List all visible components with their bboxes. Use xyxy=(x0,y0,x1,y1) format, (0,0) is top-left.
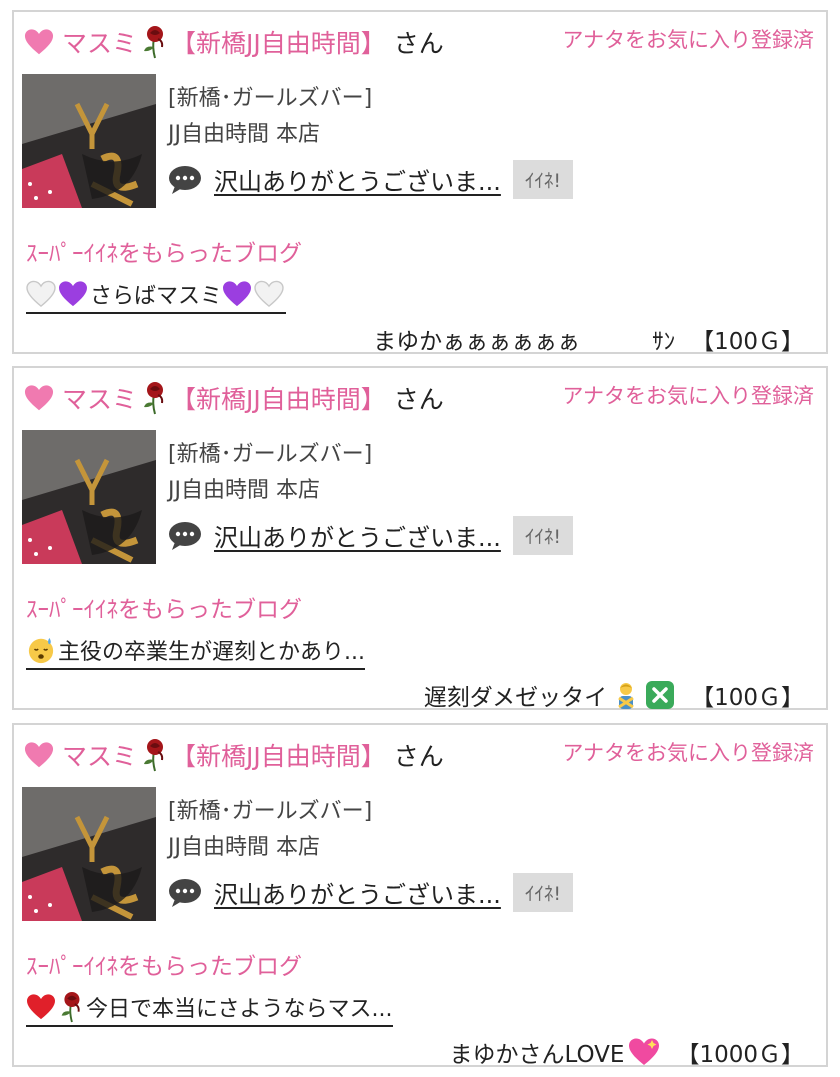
no-gesture-icon xyxy=(611,680,641,710)
comment-row: 沢山ありがとうございま... ｲｲﾈ! xyxy=(168,160,574,199)
message-row: まゆかさんLOVE 【1000Ｇ】 xyxy=(449,1035,804,1069)
red-heart-icon xyxy=(26,993,56,1021)
blog-link[interactable]: さらばマスミ xyxy=(26,278,287,314)
message-row: 遅刻ダメゼッタイ 【100Ｇ】 xyxy=(424,678,804,712)
gift-message: まゆかぁぁぁぁぁぁ xyxy=(373,329,581,355)
rose-icon xyxy=(141,381,167,415)
points-label: 【100Ｇ】 xyxy=(691,685,804,711)
sender-name[interactable]: マスミ xyxy=(62,24,137,60)
speech-bubble-icon xyxy=(168,165,202,195)
cross-mark-icon xyxy=(645,680,675,710)
comment-link[interactable]: 沢山ありがとうございま... xyxy=(214,875,501,910)
speech-bubble-icon xyxy=(168,521,202,551)
category-label: [新橋･ガールズバー] xyxy=(168,799,373,824)
super-iine-label: ｽｰﾊﾟｰｲｲﾈをもらったブログ xyxy=(26,241,302,267)
favorite-status: アナタをお気に入り登録済 xyxy=(562,384,814,408)
blog-title: 今日で本当にさようならマス... xyxy=(86,997,393,1022)
san-label: さん xyxy=(393,742,444,771)
gift-message: 遅刻ダメゼッタイ xyxy=(423,685,608,711)
sender-name[interactable]: マスミ xyxy=(62,380,137,416)
gift-message: まゆかさんLOVE xyxy=(449,1042,625,1068)
shop-tag[interactable]: 【新橋JJ自由時間】 xyxy=(171,380,386,416)
purple-heart-icon xyxy=(222,280,252,308)
points-label: 【1000Ｇ】 xyxy=(676,1042,804,1068)
comment-link[interactable]: 沢山ありがとうございま... xyxy=(214,518,501,553)
message-suffix: ｻﾝ xyxy=(652,329,676,355)
blog-link[interactable]: 主役の卒業生が遅刻とかあり... xyxy=(26,634,365,670)
comment-row: 沢山ありがとうございま... ｲｲﾈ! xyxy=(168,516,574,555)
category-label: [新橋･ガールズバー] xyxy=(168,86,373,111)
rose-icon xyxy=(58,991,84,1023)
pink-heart-icon xyxy=(24,383,54,413)
store-name: JJ自由時間 本店 xyxy=(168,835,320,860)
sparkling-heart-icon xyxy=(628,1037,660,1067)
shop-tag[interactable]: 【新橋JJ自由時間】 xyxy=(171,24,386,60)
profile-photo[interactable] xyxy=(22,787,156,921)
white-heart-icon xyxy=(254,280,284,308)
purple-heart-icon xyxy=(58,280,88,308)
category-label: [新橋･ガールズバー] xyxy=(168,442,373,467)
favorite-status: アナタをお気に入り登録済 xyxy=(562,28,814,52)
san-label: さん xyxy=(393,29,444,58)
blog-link[interactable]: 今日で本当にさようならマス... xyxy=(26,991,393,1027)
profile-photo[interactable] xyxy=(22,74,156,208)
iine-button[interactable]: ｲｲﾈ! xyxy=(512,160,574,199)
card-header: マスミ 【新橋JJ自由時間】 さん xyxy=(24,24,444,60)
message-row: まゆかぁぁぁぁぁぁ ｻﾝ 【100Ｇ】 xyxy=(373,322,804,356)
store-name: JJ自由時間 本店 xyxy=(168,122,320,147)
points-label: 【100Ｇ】 xyxy=(691,329,804,355)
comment-link[interactable]: 沢山ありがとうございま... xyxy=(214,162,501,197)
gift-card-3: マスミ 【新橋JJ自由時間】 さん アナタをお気に入り登録済 [新橋･ガールズバ… xyxy=(12,723,828,1069)
san-label: さん xyxy=(393,385,444,414)
sender-name[interactable]: マスミ xyxy=(62,737,137,773)
super-iine-label: ｽｰﾊﾟｰｲｲﾈをもらったブログ xyxy=(26,954,302,980)
sweat-face-icon xyxy=(26,636,56,664)
gift-card-2: マスミ 【新橋JJ自由時間】 さん アナタをお気に入り登録済 [新橋･ガールズバ… xyxy=(12,366,828,712)
iine-button[interactable]: ｲｲﾈ! xyxy=(512,873,574,912)
card-header: マスミ 【新橋JJ自由時間】 さん xyxy=(24,380,444,416)
comment-row: 沢山ありがとうございま... ｲｲﾈ! xyxy=(168,873,574,912)
white-heart-icon xyxy=(26,280,56,308)
pink-heart-icon xyxy=(24,740,54,770)
super-iine-label: ｽｰﾊﾟｰｲｲﾈをもらったブログ xyxy=(26,597,302,623)
speech-bubble-icon xyxy=(168,878,202,908)
iine-button[interactable]: ｲｲﾈ! xyxy=(512,516,574,555)
blog-title: 主役の卒業生が遅刻とかあり... xyxy=(58,640,365,665)
blog-title: さらばマスミ xyxy=(90,284,223,309)
rose-icon xyxy=(141,738,167,772)
gift-message-wrap: 遅刻ダメゼッタイ xyxy=(424,678,675,712)
card-header: マスミ 【新橋JJ自由時間】 さん xyxy=(24,737,444,773)
profile-photo[interactable] xyxy=(22,430,156,564)
store-name: JJ自由時間 本店 xyxy=(168,478,320,503)
pink-heart-icon xyxy=(24,27,54,57)
rose-icon xyxy=(141,25,167,59)
shop-tag[interactable]: 【新橋JJ自由時間】 xyxy=(171,737,386,773)
favorite-status: アナタをお気に入り登録済 xyxy=(562,741,814,765)
gift-card-1: マスミ 【新橋JJ自由時間】 さん アナタをお気に入り登録済 [新橋･ガールズバ… xyxy=(12,10,828,356)
gift-message-wrap: まゆかさんLOVE xyxy=(449,1035,660,1069)
